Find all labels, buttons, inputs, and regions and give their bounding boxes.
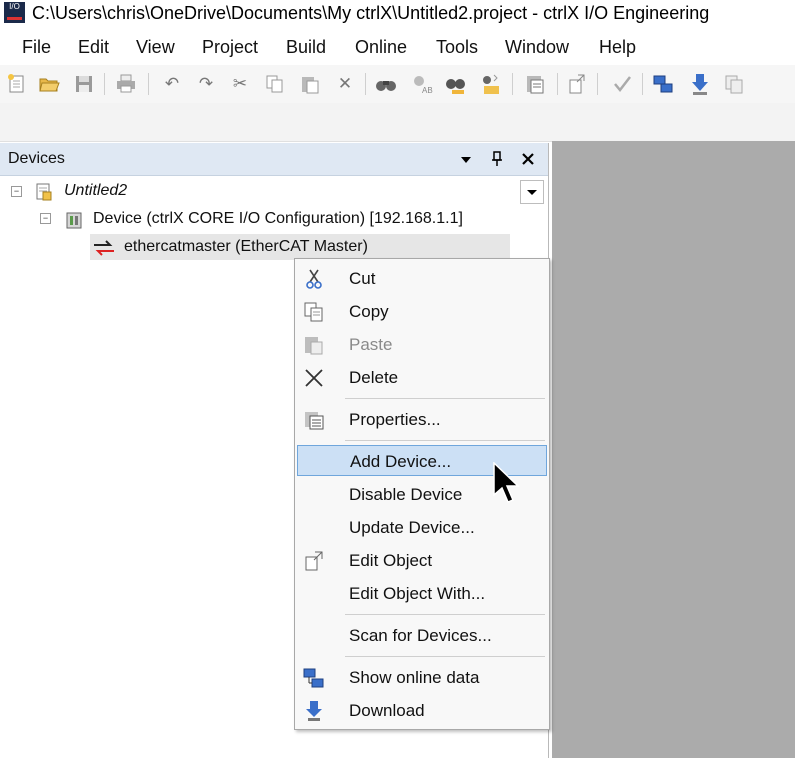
menu-item-label: Disable Device xyxy=(349,485,463,504)
download-icon[interactable] xyxy=(688,72,712,96)
delete-icon[interactable]: ✕ xyxy=(333,72,357,96)
menu-tools[interactable]: Tools xyxy=(436,37,478,58)
tree-item-project[interactable]: Untitled2 xyxy=(64,182,127,206)
menu-edit[interactable]: Edit xyxy=(78,37,109,58)
collapse-device-icon[interactable]: − xyxy=(40,213,51,224)
svg-text:AB: AB xyxy=(422,86,433,95)
secondary-toolbar xyxy=(0,103,795,142)
menu-item-download[interactable]: Download xyxy=(297,695,547,726)
properties-icon[interactable] xyxy=(523,72,547,96)
menu-separator xyxy=(345,656,545,657)
menu-item-copy[interactable]: Copy xyxy=(297,296,547,327)
menu-item-label: Properties... xyxy=(349,410,441,429)
open-folder-icon[interactable] xyxy=(37,72,61,96)
menu-item-label: Show online data xyxy=(349,668,480,687)
ethercat-master-icon xyxy=(92,238,114,256)
menu-view[interactable]: View xyxy=(136,37,175,58)
paste-icon[interactable] xyxy=(298,72,322,96)
toolbar-separator xyxy=(512,73,513,95)
panel-menu-arrow-icon[interactable] xyxy=(459,149,473,175)
menu-item-cut[interactable]: Cut xyxy=(297,263,547,294)
project-icon xyxy=(34,182,52,201)
copy-icon xyxy=(303,301,325,323)
menu-item-label: Edit Object xyxy=(349,551,433,570)
menu-item-scan-for-devices[interactable]: Scan for Devices... xyxy=(297,620,547,651)
menu-item-label: Paste xyxy=(349,335,393,354)
menu-item-properties[interactable]: Properties... xyxy=(297,404,547,435)
menu-item-label: Scan for Devices... xyxy=(349,626,492,645)
bookmark-icon[interactable] xyxy=(479,72,503,96)
mouse-cursor-icon xyxy=(493,461,521,506)
scissors-icon xyxy=(303,268,325,290)
delete-x-icon xyxy=(303,367,325,389)
toolbar-separator xyxy=(597,73,598,95)
menu-item-label: Cut xyxy=(349,269,376,288)
paste-icon xyxy=(303,334,325,356)
online-data-icon xyxy=(303,667,325,689)
undo-icon[interactable]: ↶ xyxy=(160,72,184,96)
menu-item-paste[interactable]: Paste xyxy=(297,329,547,360)
toolbar-separator xyxy=(148,73,149,95)
main-toolbar: ↶ ↷ ✂ ✕ AB xyxy=(0,65,795,103)
menu-item-edit-object-with[interactable]: Edit Object With... xyxy=(297,578,547,609)
menu-help[interactable]: Help xyxy=(599,37,636,58)
new-project-icon[interactable] xyxy=(5,72,29,96)
menu-item-edit-object[interactable]: Edit Object xyxy=(297,545,547,576)
device-icon xyxy=(64,210,82,229)
panel-header: Devices xyxy=(0,143,548,176)
edit-object-icon[interactable] xyxy=(565,72,589,96)
copy-icon[interactable] xyxy=(263,72,287,96)
menu-item-label: Add Device... xyxy=(350,452,452,471)
online-config-icon[interactable] xyxy=(651,72,675,96)
menu-item-label: Copy xyxy=(349,302,389,321)
menu-window[interactable]: Window xyxy=(505,37,569,58)
tree-dropdown-button[interactable] xyxy=(520,180,544,204)
redo-icon[interactable]: ↷ xyxy=(194,72,218,96)
print-icon[interactable] xyxy=(114,72,138,96)
menu-item-label: Update Device... xyxy=(349,518,475,537)
menu-item-delete[interactable]: Delete xyxy=(297,362,547,393)
menu-file[interactable]: File xyxy=(22,37,51,58)
menu-separator xyxy=(345,398,545,399)
menu-item-update-device[interactable]: Update Device... xyxy=(297,512,547,543)
pin-icon[interactable] xyxy=(490,149,504,175)
toolbar-separator xyxy=(365,73,366,95)
properties-icon xyxy=(303,409,325,431)
editor-workspace xyxy=(552,141,795,758)
panel-title: Devices xyxy=(8,150,65,167)
collapse-root-icon[interactable]: − xyxy=(11,186,22,197)
menu-item-label: Edit Object With... xyxy=(349,584,486,603)
save-icon[interactable] xyxy=(72,72,96,96)
menu-online[interactable]: Online xyxy=(355,37,407,58)
menu-item-show-online-data[interactable]: Show online data xyxy=(297,662,547,693)
tree-item-device[interactable]: Device (ctrlX CORE I/O Configuration) [1… xyxy=(93,210,463,234)
toolbar-separator xyxy=(642,73,643,95)
download-icon xyxy=(303,700,325,722)
menu-build[interactable]: Build xyxy=(286,37,326,58)
check-icon[interactable] xyxy=(610,72,634,96)
browse-icon[interactable] xyxy=(444,72,468,96)
find-replace-icon[interactable]: AB xyxy=(410,72,434,96)
toolbar-separator xyxy=(557,73,558,95)
cut-icon[interactable]: ✂ xyxy=(228,72,252,96)
menu-separator xyxy=(345,614,545,615)
menu-bar: File Edit View Project Build Online Tool… xyxy=(0,33,795,61)
menu-project[interactable]: Project xyxy=(202,37,258,58)
find-icon[interactable] xyxy=(374,72,398,96)
toolbar-separator xyxy=(104,73,105,95)
menu-item-label: Download xyxy=(349,701,425,720)
app-icon: I/O xyxy=(4,2,25,23)
edit-object-icon xyxy=(303,550,325,572)
menu-item-label: Delete xyxy=(349,368,399,387)
multiple-download-icon[interactable] xyxy=(722,72,746,96)
menu-separator xyxy=(345,440,545,441)
close-icon[interactable] xyxy=(520,149,536,175)
title-bar: I/O C:\Users\chris\OneDrive\Documents\My… xyxy=(0,0,795,28)
window-title: C:\Users\chris\OneDrive\Documents\My ctr… xyxy=(32,3,710,23)
